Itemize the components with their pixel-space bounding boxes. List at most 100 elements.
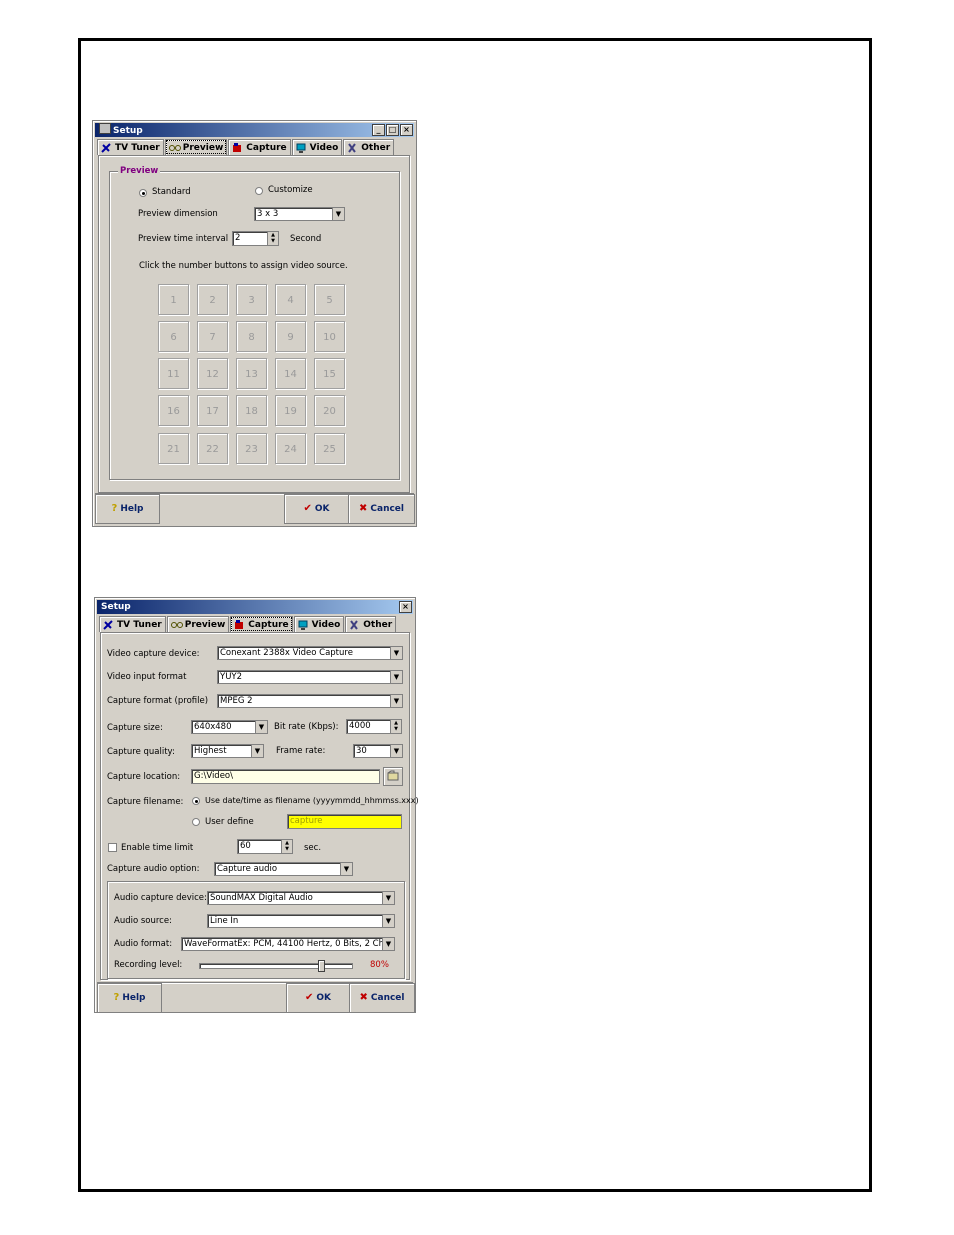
audio-device-label: Audio capture device:	[114, 893, 207, 903]
source-number-button[interactable]: 19	[275, 395, 306, 426]
device-dropdown[interactable]: Conexant 2388x Video Capture ▼	[217, 646, 403, 660]
time-limit-value: 60	[240, 841, 251, 851]
source-number-button[interactable]: 23	[236, 433, 267, 464]
tab-tv-tuner[interactable]: TV Tuner	[97, 139, 164, 155]
source-number-button[interactable]: 8	[236, 321, 267, 352]
customize-radio[interactable]	[255, 187, 263, 195]
source-number-button[interactable]: 22	[197, 433, 228, 464]
app-icon	[99, 123, 111, 134]
source-number-button[interactable]: 12	[197, 358, 228, 389]
standard-radio[interactable]	[139, 189, 147, 197]
location-label: Capture location:	[107, 772, 181, 782]
audio-option-dropdown[interactable]: Capture audio ▼	[214, 862, 353, 876]
ok-button[interactable]: ✔ OK	[286, 983, 350, 1013]
cancel-label: Cancel	[370, 504, 404, 514]
audio-format-label: Audio format:	[114, 939, 173, 949]
source-number-button[interactable]: 18	[236, 395, 267, 426]
source-number-button[interactable]: 11	[158, 358, 189, 389]
tab-other[interactable]: Other	[343, 139, 395, 155]
close-button[interactable]: ×	[399, 601, 412, 613]
browse-folder-button[interactable]	[383, 767, 403, 786]
audio-device-value: SoundMAX Digital Audio	[210, 893, 313, 903]
recording-level-track[interactable]	[199, 963, 353, 969]
source-number-button[interactable]: 14	[275, 358, 306, 389]
bitrate-stepper[interactable]: 4000 ▲ ▼	[346, 719, 402, 734]
close-button[interactable]: ×	[400, 124, 413, 136]
quality-dropdown[interactable]: Highest ▼	[191, 744, 264, 758]
source-number-button[interactable]: 10	[314, 321, 345, 352]
capture-icon	[234, 619, 244, 630]
source-number-button[interactable]: 2	[197, 284, 228, 315]
bitrate-label: Bit rate (Kbps):	[274, 722, 339, 732]
checkmark-icon: ✔	[304, 992, 314, 1003]
time-limit-stepper[interactable]: 60 ▲ ▼	[237, 839, 293, 854]
recording-level-value: 80%	[370, 960, 389, 970]
source-number-button[interactable]: 17	[197, 395, 228, 426]
datetime-filename-label: Use date/time as filename (yyyymmdd_hhmm…	[205, 796, 419, 805]
glasses-icon	[170, 620, 183, 630]
input-format-dropdown[interactable]: YUY2 ▼	[217, 670, 403, 684]
source-number-button[interactable]: 9	[275, 321, 306, 352]
source-number-button[interactable]: 15	[314, 358, 345, 389]
group-title: Preview	[118, 166, 161, 176]
help-button[interactable]: ? Help	[95, 494, 160, 524]
monitor-icon	[296, 143, 306, 153]
customize-label: Customize	[268, 185, 313, 195]
tab-preview[interactable]: Preview	[164, 139, 228, 155]
tab-video[interactable]: Video	[291, 139, 343, 155]
interval-stepper[interactable]: 2 ▲ ▼	[232, 231, 279, 246]
cancel-button[interactable]: ✖ Cancel	[349, 983, 415, 1013]
time-limit-checkbox[interactable]	[108, 843, 117, 852]
input-format-label: Video input format	[107, 672, 187, 682]
title-bar: Setup _ □ ×	[95, 123, 414, 137]
checkmark-icon: ✔	[303, 503, 312, 514]
tab-tv-tuner[interactable]: TV Tuner	[99, 616, 166, 632]
capture-format-dropdown[interactable]: MPEG 2 ▼	[217, 694, 403, 708]
framerate-value: 30	[356, 746, 367, 756]
source-number-button[interactable]: 7	[197, 321, 228, 352]
framerate-label: Frame rate:	[276, 746, 326, 756]
glasses-icon	[168, 143, 181, 153]
tab-preview[interactable]: Preview	[166, 616, 230, 632]
capture-size-dropdown[interactable]: 640x480 ▼	[191, 720, 268, 734]
source-number-button[interactable]: 6	[158, 321, 189, 352]
audio-format-dropdown[interactable]: WaveFormatEx: PCM, 44100 Hertz, 0 Bits, …	[181, 937, 395, 951]
source-number-button[interactable]: 3	[236, 284, 267, 315]
cancel-button[interactable]: ✖ Cancel	[348, 494, 415, 524]
ok-button[interactable]: ✔ OK	[284, 494, 349, 524]
audio-option-value: Capture audio	[217, 864, 278, 874]
source-number-button[interactable]: 21	[158, 433, 189, 464]
chevron-down-icon: ▼	[382, 892, 394, 904]
source-number-button[interactable]: 1	[158, 284, 189, 315]
maximize-button[interactable]: □	[386, 124, 399, 136]
recording-level-thumb[interactable]	[317, 960, 325, 972]
tab-capture[interactable]: Capture	[230, 616, 293, 632]
quality-label: Capture quality:	[107, 747, 175, 757]
minimize-button[interactable]: _	[372, 124, 385, 136]
tab-label: Preview	[182, 142, 224, 153]
audio-device-dropdown[interactable]: SoundMAX Digital Audio ▼	[207, 891, 395, 905]
tab-other[interactable]: Other	[345, 616, 397, 632]
source-number-button[interactable]: 16	[158, 395, 189, 426]
source-number-button[interactable]: 20	[314, 395, 345, 426]
tab-capture[interactable]: Capture	[228, 139, 291, 155]
source-number-button[interactable]: 25	[314, 433, 345, 464]
source-number-button[interactable]: 13	[236, 358, 267, 389]
help-button[interactable]: ? Help	[97, 983, 162, 1013]
tab-strip: TV Tuner Preview Capture Video Other	[99, 616, 397, 632]
tab-video[interactable]: Video	[293, 616, 345, 632]
button-bar: ? Help ✔ OK ✖ Cancel	[97, 982, 415, 1013]
user-define-field[interactable]: capture	[287, 814, 402, 829]
source-number-button[interactable]: 24	[275, 433, 306, 464]
window-title: Setup	[113, 126, 143, 136]
location-field[interactable]: G:\Video\	[191, 769, 380, 784]
audio-source-dropdown[interactable]: Line In ▼	[207, 914, 395, 928]
datetime-filename-radio[interactable]	[192, 797, 200, 805]
framerate-dropdown[interactable]: 30 ▼	[353, 744, 403, 758]
chevron-down-icon: ▼	[390, 695, 402, 707]
source-number-button[interactable]: 5	[314, 284, 345, 315]
source-number-button[interactable]: 4	[275, 284, 306, 315]
user-define-radio[interactable]	[192, 818, 200, 826]
dimension-dropdown[interactable]: 3 x 3 ▼	[254, 207, 345, 221]
instruction-text: Click the number buttons to assign video…	[139, 261, 348, 271]
